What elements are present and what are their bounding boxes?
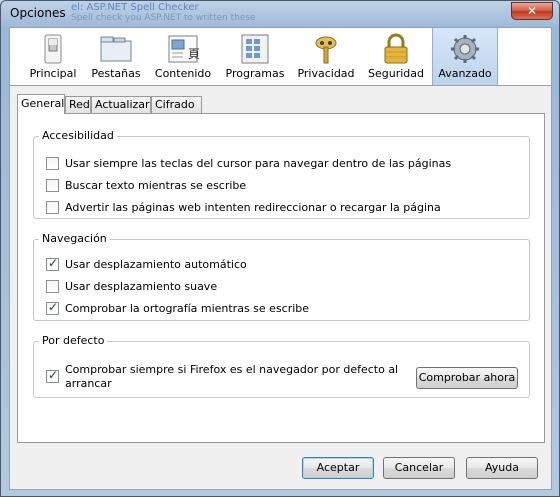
check-now-button[interactable]: Comprobar ahora	[416, 367, 518, 389]
browsing-group: Navegación ✓ Usar desplazamiento automát…	[33, 232, 530, 321]
browsing-group-title: Navegación	[39, 232, 110, 245]
pane-contenido[interactable]: 頁 Contenido	[150, 28, 216, 85]
pane-pestanas[interactable]: Pestañas	[86, 28, 146, 85]
checkmark-icon: ✓	[48, 300, 59, 314]
applications-icon	[241, 34, 269, 64]
dialog-client-area: Principal Pestañas 頁 Contenido Programas…	[9, 27, 552, 490]
padlock-icon	[384, 33, 408, 64]
system-defaults-group-title: Por defecto	[39, 334, 108, 347]
svg-text:頁: 頁	[188, 47, 200, 61]
gear-icon	[451, 35, 479, 63]
tab-red[interactable]: Red	[65, 96, 91, 113]
checkbox-spellcheck[interactable]: ✓	[46, 300, 59, 315]
window-title: Opciones	[10, 6, 66, 20]
default-browser-label-line2: arrancar	[65, 377, 112, 390]
title-bar[interactable]: Opciones el: ASP.NET Spell Checker Spell…	[1, 1, 559, 27]
cancel-button[interactable]: Cancelar	[383, 457, 455, 479]
pane-privacidad[interactable]: Privacidad	[293, 28, 359, 85]
accessibility-group-title: Accesibilidad	[39, 129, 117, 142]
pane-programas[interactable]: Programas	[222, 28, 288, 85]
default-browser-label-line1: Comprobar siempre si Firefox es el naveg…	[65, 363, 399, 376]
preferences-toolbar: Principal Pestañas 頁 Contenido Programas…	[10, 28, 551, 86]
tabs-icon	[100, 36, 132, 62]
pane-avanzado[interactable]: Avanzado	[432, 28, 498, 85]
close-icon: ✕	[526, 4, 538, 18]
content-icon: 頁	[168, 35, 200, 63]
switch-icon	[44, 34, 62, 64]
checkbox-smooth-scroll[interactable]	[46, 280, 59, 293]
checkmark-icon: ✓	[48, 256, 59, 270]
checkbox-warn-redirect[interactable]	[46, 201, 59, 214]
privacy-mask-icon	[315, 36, 337, 64]
checkbox-find-as-you-type[interactable]	[46, 179, 59, 192]
help-button[interactable]: Ayuda	[466, 457, 538, 479]
background-window-text: el: ASP.NET Spell Checker Spell check yo…	[71, 2, 256, 24]
checkbox-cursor-keys[interactable]	[46, 157, 59, 170]
general-tab-panel: Accesibilidad Usar siempre las teclas de…	[17, 113, 545, 443]
checkmark-icon: ✓	[48, 368, 59, 382]
accept-button[interactable]: Aceptar	[302, 457, 374, 479]
checkbox-check-default-browser[interactable]: ✓	[46, 368, 59, 383]
pane-seguridad[interactable]: Seguridad	[364, 28, 428, 85]
tab-cifrado[interactable]: Cifrado	[151, 96, 202, 113]
checkbox-autoscroll[interactable]: ✓	[46, 256, 59, 271]
tab-actualizar[interactable]: Actualizar	[91, 96, 151, 113]
close-button[interactable]: ✕	[511, 2, 553, 20]
tab-general[interactable]: General	[17, 94, 65, 114]
accessibility-group: Accesibilidad Usar siempre las teclas de…	[33, 129, 530, 219]
pane-principal[interactable]: Principal	[22, 28, 84, 85]
system-defaults-group: Por defecto ✓ Comprobar siempre si Firef…	[33, 334, 530, 398]
options-window: Opciones el: ASP.NET Spell Checker Spell…	[0, 0, 560, 497]
